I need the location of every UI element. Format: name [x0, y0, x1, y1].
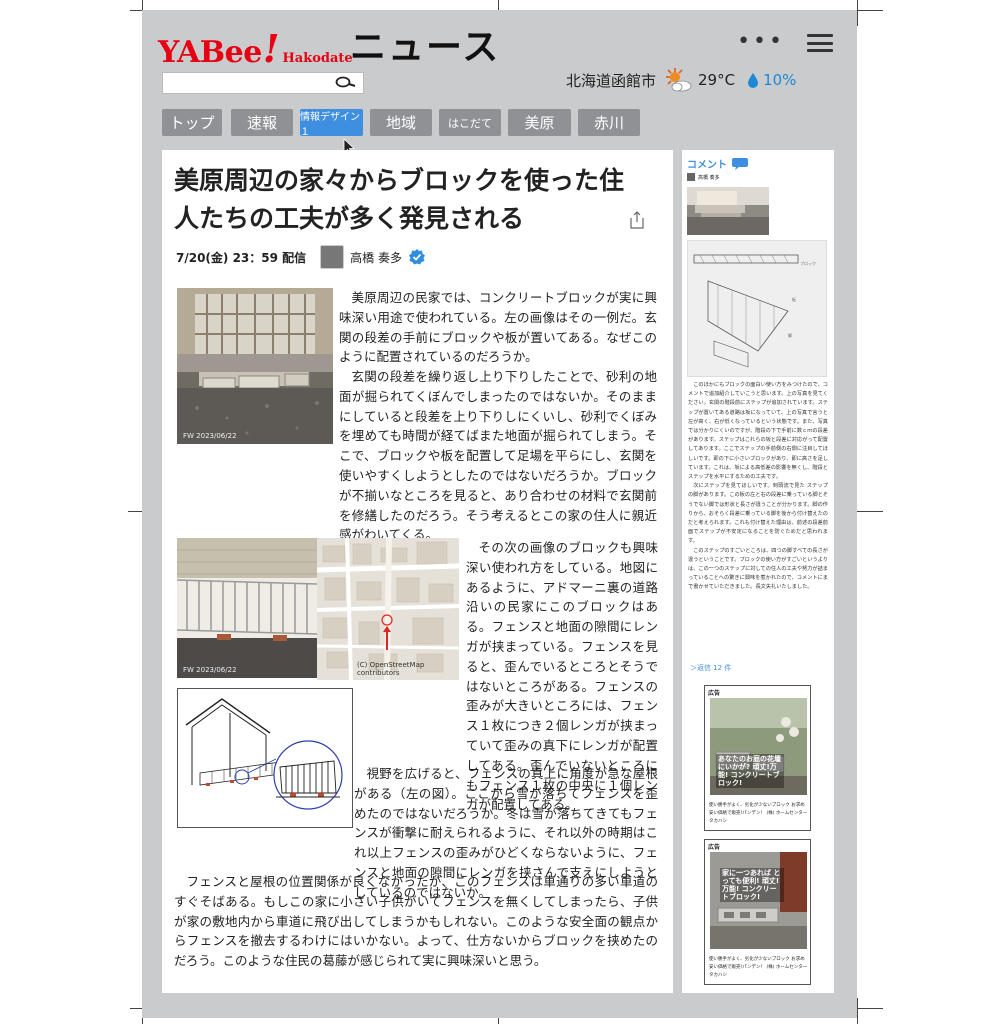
article-paragraph-1a: 美原周辺の民家では、コンクリートブロックが実に興味深い用途で使われている。左の画… — [339, 290, 657, 365]
author-avatar[interactable] — [320, 245, 345, 269]
comments-sidebar: コメント 高橋 奏多 ブロック 板 脚 このほかにもブロックの面白い使い方をみつ… — [682, 150, 834, 993]
comment-paragraph-3: このステップのすごいところは、四つの脚すべての長さが違うということです。ブロック… — [688, 547, 828, 591]
comments-heading: コメント — [687, 156, 749, 171]
ad-description: 使い勝手がよく、劣化が少ないブロック お求め安い価格で販売!パンデン！ (株) … — [709, 957, 808, 978]
article-paragraph-1b: 玄関の段差を繰り返し上り下りしたことで、砂利の地面が掘られてくぼんでしまったので… — [339, 369, 657, 543]
comment-step-photo — [687, 187, 769, 235]
comment-body: このほかにもブロックの面白い使い方をみつけたので、コメントで追加紹介していこうと… — [688, 381, 828, 593]
page-canvas: YABee ! Hakodate ニュース ••• 北海道函館市 29°C 10… — [142, 10, 857, 1018]
weather-widget: 北海道函館市 29°C 10% — [566, 66, 796, 94]
tab-info-design[interactable]: 情報デザイン１ — [300, 109, 363, 138]
article-headline: 美原周辺の家々からブロックを使った住人たちの工夫が多く発見される — [174, 166, 625, 233]
svg-text:板: 板 — [792, 296, 796, 302]
comment-paragraph-1: このほかにもブロックの面白い使い方をみつけたので、コメントで追加紹介していこうと… — [688, 382, 828, 481]
commenter-name[interactable]: 高橋 奏多 — [698, 174, 720, 181]
share-icon[interactable] — [628, 210, 646, 230]
hamburger-menu-icon[interactable] — [807, 34, 833, 52]
commenter-avatar[interactable] — [687, 173, 695, 181]
weather-rain-chance: 10% — [763, 71, 797, 89]
article-paragraph: フェンスと屋根の位置関係が良くなかったが、このフェンスは車通りの多い車道のすぐそ… — [174, 872, 658, 971]
article-byline: 7/20(金) 23：59 配信 高橋 奏多 — [176, 243, 426, 271]
verified-badge-icon — [408, 249, 425, 265]
tab-breaking[interactable]: 速報 — [231, 109, 293, 136]
reply-link[interactable]: ＞返信 12 件 — [690, 663, 731, 673]
logo-subtitle: Hakodate — [282, 51, 353, 66]
search-icon[interactable] — [335, 75, 357, 91]
tab-mihara[interactable]: 美原 — [508, 109, 571, 136]
crop-mark — [857, 10, 883, 11]
tab-akagawa[interactable]: 赤川 — [578, 109, 640, 136]
photo-date-label: FW 2023/06/22 — [183, 666, 237, 674]
search-input[interactable] — [162, 72, 364, 94]
comment-paragraph-2: 次にステップを見てほしいです。到頭流で見た ステップの脚があります。この板の左と… — [688, 483, 828, 545]
ad-banner-1[interactable]: 広告 あなたのお庭の花壇にいかが? 頑丈!万能! コンクリートブロック! 使い勝… — [704, 685, 811, 831]
article-card: 美原周辺の家々からブロックを使った住人たちの工夫が多く発見される 7/20(金)… — [162, 150, 673, 993]
ad-label: 広告 — [708, 690, 721, 697]
logo-text: YABee — [158, 35, 262, 70]
ad-overlay-text: あなたのお庭の花壇にいかが? 頑丈!万能! コンクリートブロック! — [716, 754, 784, 788]
tab-region[interactable]: 地域 — [370, 109, 432, 136]
weather-location: 北海道函館市 — [566, 71, 657, 90]
sun-cloud-icon — [666, 68, 692, 92]
fence-photo: FW 2023/06/22 — [177, 538, 317, 678]
ad-banner-2[interactable]: 広告 家に一つあれば とっても便利! 頑丈!万能! コンクリートブロック! 使い… — [704, 839, 811, 985]
article-paragraph-4: フェンスと屋根の位置関係が良くなかったが、このフェンスは車通りの多い車道のすぐそ… — [174, 874, 658, 969]
ad-image[interactable]: 家に一つあれば とっても便利! 頑丈!万能! コンクリートブロック! — [710, 852, 807, 949]
logo-exclamation: ! — [262, 26, 280, 71]
commenter-info: 高橋 奏多 — [687, 173, 720, 181]
crop-mark — [857, 0, 858, 26]
svg-text:脚: 脚 — [788, 332, 792, 338]
logo-news-title: ニュース — [350, 27, 501, 68]
weather-temperature: 29°C — [698, 71, 736, 89]
svg-text:ブロック: ブロック — [800, 260, 816, 266]
ad-overlay-text: 家に一つあれば とっても便利! 頑丈!万能! コンクリートブロック! — [720, 868, 784, 902]
ad-image[interactable]: あなたのお庭の花壇にいかが? 頑丈!万能! コンクリートブロック! — [710, 698, 807, 795]
crop-mark — [857, 998, 858, 1024]
more-dots-icon[interactable]: ••• — [737, 31, 785, 53]
speech-bubble-icon — [732, 157, 748, 170]
map-attribution: (C) OpenStreetMap contributors — [357, 661, 425, 677]
comment-step-sketch: ブロック板脚 — [687, 240, 827, 377]
article-paragraph: 美原周辺の民家では、コンクリートブロックが実に興味深い用途で使われている。左の画… — [339, 288, 657, 367]
tab-top[interactable]: トップ — [162, 109, 222, 136]
comments-heading-label: コメント — [687, 160, 727, 171]
publish-date: 7/20(金) 23：59 配信 — [176, 250, 307, 265]
article-paragraph: 玄関の段差を繰り返し上り下りしたことで、砂利の地面が掘られてくぼんでしまったので… — [174, 367, 657, 545]
crop-mark — [857, 1008, 883, 1009]
site-logo[interactable]: YABee ! Hakodate — [158, 26, 353, 71]
crop-mark — [857, 511, 883, 512]
ad-description: 使い勝手がよく、劣化が少ないブロック お求め安い価格で販売!パンデン！ (株) … — [709, 803, 808, 824]
ad-label: 広告 — [708, 844, 721, 851]
tab-hakodate[interactable]: はこだて — [439, 109, 501, 136]
water-drop-icon — [748, 73, 759, 88]
location-map[interactable]: (C) OpenStreetMap contributors — [317, 538, 459, 680]
author-name[interactable]: 高橋 奏多 — [350, 249, 402, 266]
